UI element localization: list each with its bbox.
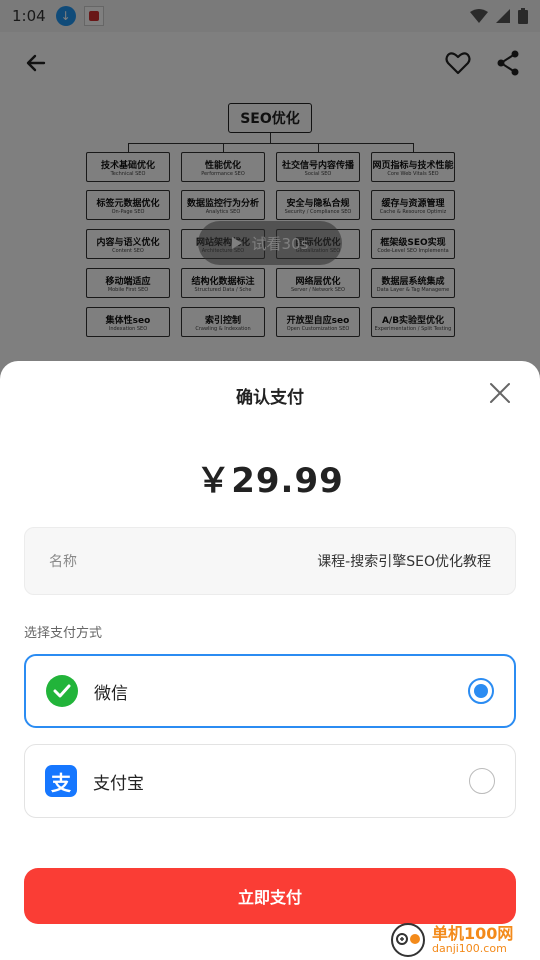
site-watermark: 单机100网 danji100.com — [390, 920, 540, 960]
close-icon — [490, 383, 510, 403]
payment-option-label: 微信 — [94, 683, 128, 704]
payment-option-wechat[interactable]: 微信 — [24, 654, 516, 728]
sheet-title: 确认支付 — [236, 388, 304, 408]
close-button[interactable] — [484, 377, 516, 409]
payment-method-label: 选择支付方式 — [24, 626, 103, 641]
payment-sheet: 确认支付 ￥29.99 名称 课程-搜索引擎SEO优化教程 选择支付方式 微信 … — [0, 361, 540, 960]
watermark-line1: 单机100网 — [432, 923, 514, 943]
radio-selected[interactable] — [468, 678, 494, 704]
product-name-value: 课程-搜索引擎SEO优化教程 — [317, 554, 491, 570]
wechat-pay-icon — [46, 675, 78, 707]
alipay-icon: 支 — [45, 765, 77, 797]
price-amount: ￥29.99 — [196, 461, 344, 501]
product-name-box: 名称 课程-搜索引擎SEO优化教程 — [24, 527, 516, 595]
payment-option-label: 支付宝 — [93, 773, 144, 794]
watermark-line2: danji100.com — [432, 941, 507, 955]
watermark-logo-icon — [390, 922, 426, 958]
product-name-label: 名称 — [49, 554, 77, 570]
radio-unselected[interactable] — [469, 768, 495, 794]
pay-now-button[interactable]: 立即支付 — [24, 868, 516, 924]
payment-option-alipay[interactable]: 支 支付宝 — [24, 744, 516, 818]
